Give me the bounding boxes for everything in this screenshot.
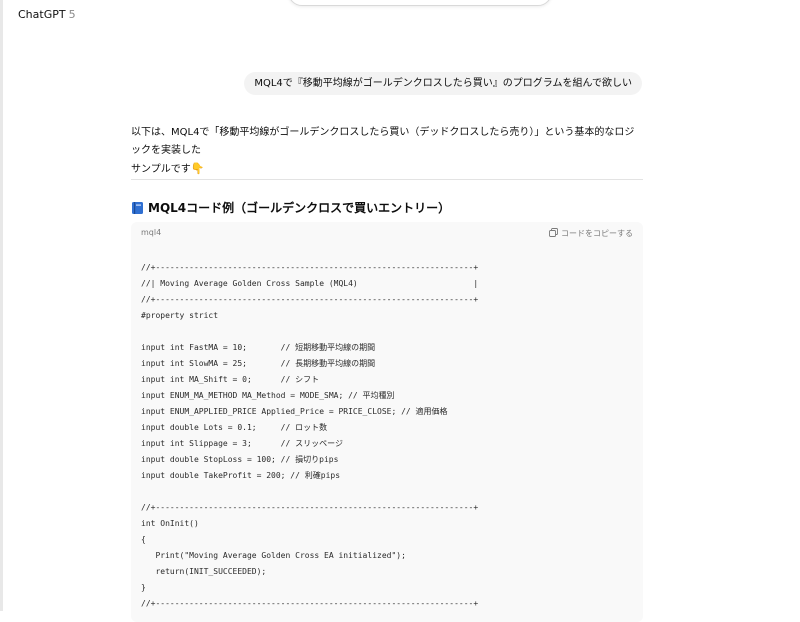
code-block-header: mql4 コードをコピーする	[141, 228, 633, 242]
code-line: //+-------------------------------------…	[141, 295, 479, 304]
sidebar-edge	[0, 0, 3, 611]
code-line: {	[141, 535, 146, 544]
code-line: int OnInit()	[141, 519, 199, 528]
code-line: //+-------------------------------------…	[141, 503, 479, 512]
model-name: ChatGPT	[18, 8, 66, 21]
code-line: input int MA_Shift = 0; // シフト	[141, 375, 320, 384]
code-line: //+-------------------------------------…	[141, 599, 479, 608]
top-floating-pill[interactable]	[288, 0, 552, 6]
code-line: //| Moving Average Golden Cross Sample (…	[141, 279, 479, 288]
code-line: input double StopLoss = 100; // 損切りpips	[141, 455, 339, 464]
user-message-bubble: MQL4で『移動平均線がゴールデンクロスしたら買い』のプログラムを組んで欲しい	[244, 72, 642, 95]
code-line: input ENUM_APPLIED_PRICE Applied_Price =…	[141, 407, 448, 416]
code-line: return(INIT_SUCCEEDED);	[141, 567, 267, 576]
pointing-down-emoji: 👇	[190, 162, 205, 175]
code-line: input ENUM_MA_METHOD MA_Method = MODE_SM…	[141, 391, 395, 400]
assistant-intro-line1: 以下は、MQL4で「移動平均線がゴールデンクロスしたら買い（デッドクロスしたら売…	[131, 127, 635, 156]
divider	[131, 179, 643, 180]
copy-icon	[549, 228, 558, 239]
section-heading: MQL4コード例（ゴールデンクロスで買いエントリー）	[131, 199, 450, 216]
assistant-intro-line2: サンプルです	[131, 164, 191, 175]
code-content: //+-------------------------------------…	[141, 260, 478, 612]
copy-code-button[interactable]: コードをコピーする	[549, 228, 633, 239]
code-line: input double Lots = 0.1; // ロット数	[141, 423, 328, 432]
code-line: }	[141, 583, 146, 592]
section-heading-text: MQL4コード例（ゴールデンクロスで買いエントリー）	[148, 201, 451, 215]
copy-code-label: コードをコピーする	[561, 229, 633, 238]
code-line: //+-------------------------------------…	[141, 263, 479, 272]
user-message-text: MQL4で『移動平均線がゴールデンクロスしたら買い』のプログラムを組んで欲しい	[254, 78, 632, 89]
model-version: 5	[68, 8, 76, 21]
code-line: input int Slippage = 3; // スリッページ	[141, 439, 343, 448]
code-line: #property strict	[141, 311, 219, 320]
assistant-message: 以下は、MQL4で「移動平均線がゴールデンクロスしたら買い（デッドクロスしたら売…	[131, 124, 643, 179]
code-line: Print("Moving Average Golden Cross EA in…	[141, 551, 406, 560]
code-language-label: mql4	[141, 228, 162, 237]
code-line: input int SlowMA = 25; // 長期移動平均線の期間	[141, 359, 376, 368]
model-selector[interactable]: ChatGPT 5	[18, 8, 76, 21]
code-line: input int FastMA = 10; // 短期移動平均線の期間	[141, 343, 376, 352]
code-line: input double TakeProfit = 200; // 利確pips	[141, 471, 341, 480]
book-icon	[131, 201, 144, 215]
code-block: mql4 コードをコピーする //+----------------------…	[131, 222, 643, 622]
